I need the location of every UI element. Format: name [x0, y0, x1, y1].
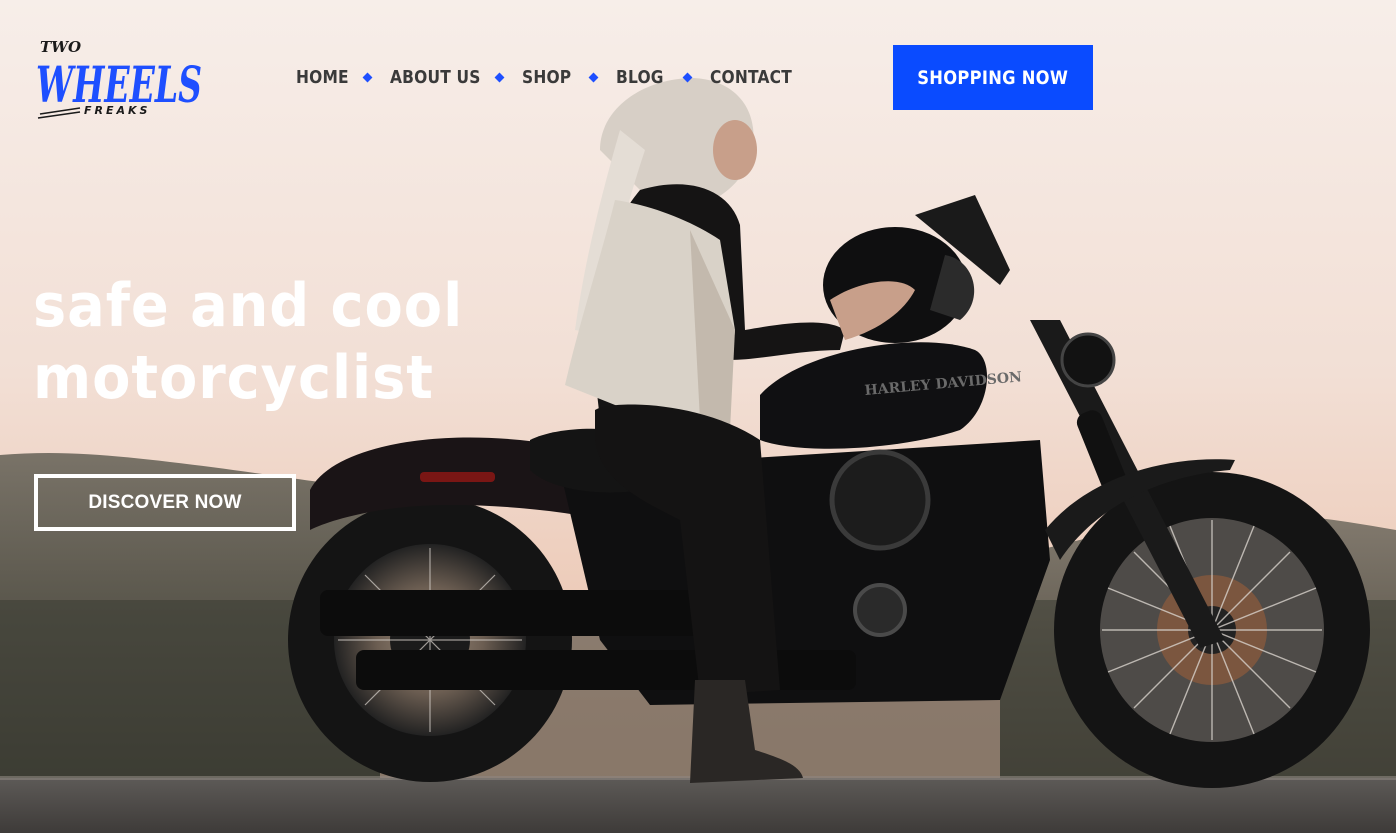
- nav-home-link[interactable]: HOME: [296, 67, 354, 88]
- brand-logo-top: TWO: [40, 38, 81, 56]
- nav-about-link[interactable]: ABOUT US: [390, 67, 481, 88]
- brand-logo-sub: FREAKS: [84, 104, 150, 117]
- hero-headline: safe and cool motorcyclist: [33, 270, 553, 414]
- nav-separator-diamond: [682, 72, 693, 82]
- shopping-now-label: SHOPPING NOW: [917, 66, 1069, 89]
- nav-separator-diamond: [588, 72, 599, 82]
- nav-blog-link[interactable]: BLOG: [616, 67, 674, 88]
- discover-now-button[interactable]: DISCOVER NOW: [34, 474, 296, 531]
- hero-headline-line2: motorcyclist: [33, 343, 434, 413]
- hero-headline-line1: safe and cool: [33, 271, 464, 341]
- main-nav: HOME ABOUT US SHOP BLOG CONTACT: [296, 62, 805, 92]
- hero-background-photo: HARLEY DAVIDSON: [0, 0, 1396, 833]
- nav-shop-link[interactable]: SHOP: [522, 67, 580, 88]
- hero-section: HARLEY DAVIDSON TWO WHEELS FREAKS HOME A…: [0, 0, 1396, 833]
- shopping-now-button[interactable]: SHOPPING NOW: [893, 45, 1093, 110]
- brand-logo[interactable]: TWO WHEELS FREAKS: [36, 34, 206, 124]
- nav-separator-diamond: [494, 72, 505, 82]
- nav-contact-link[interactable]: CONTACT: [710, 67, 792, 88]
- nav-separator-diamond: [362, 72, 373, 82]
